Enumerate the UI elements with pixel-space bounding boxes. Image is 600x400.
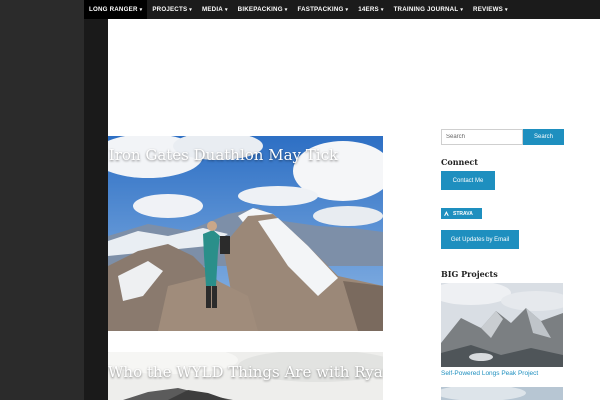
- search-button[interactable]: Search: [523, 129, 564, 145]
- project-link[interactable]: Self-Powered Longs Peak Project: [441, 370, 538, 377]
- post-featured-image[interactable]: Who the WYLD Things Are with Ryan: [108, 352, 383, 400]
- strava-icon: [444, 210, 449, 216]
- post-featured-image[interactable]: ak Iron Gates Duathlon May Tick: [108, 136, 383, 331]
- nav-item-training-journal[interactable]: TRAINING JOURNAL ▾: [389, 0, 468, 19]
- nav-item-label: TRAINING JOURNAL: [393, 6, 459, 13]
- chevron-down-icon: ▾: [189, 6, 192, 13]
- strava-badge[interactable]: STRAVA: [441, 208, 482, 219]
- nav-item-label: BIKEPACKING: [237, 6, 283, 13]
- project-thumbnail[interactable]: [441, 387, 563, 400]
- chevron-down-icon: ▾: [380, 6, 384, 13]
- nav-item-media[interactable]: MEDIA ▾: [197, 0, 233, 19]
- nav-item-long-ranger[interactable]: LONG RANGER ▾: [84, 0, 148, 19]
- longs-peak-photo: [441, 283, 563, 367]
- chevron-down-icon: ▾: [345, 6, 349, 13]
- post-title[interactable]: ak Iron Gates Duathlon May Tick: [108, 146, 338, 164]
- project-thumbnail[interactable]: [441, 283, 563, 367]
- chevron-down-icon: ▾: [139, 6, 143, 13]
- nav-item-label: 14ERS: [358, 6, 379, 13]
- nav-item-projects[interactable]: PROJECTS ▾: [147, 0, 197, 19]
- strava-label: STRAVA: [453, 210, 473, 217]
- chevron-down-icon: ▾: [224, 6, 228, 13]
- chevron-down-icon: ▾: [284, 6, 288, 13]
- nav-item-reviews[interactable]: REVIEWS ▾: [468, 0, 513, 19]
- get-updates-by-email-button[interactable]: Get Updates by Email: [441, 230, 519, 249]
- connect-heading: Connect: [441, 157, 478, 167]
- nav-item-label: MEDIA: [202, 6, 223, 13]
- chevron-down-icon: ▾: [504, 6, 508, 13]
- search-input[interactable]: [441, 129, 523, 145]
- mountain-summit-photo: [108, 136, 383, 331]
- top-navigation: LONG RANGER ▾ PROJECTS ▾ MEDIA ▾ BIKEPACKIN…: [84, 0, 600, 19]
- nav-item-fastpacking[interactable]: FASTPACKING ▾: [292, 0, 353, 19]
- nav-item-bikepacking[interactable]: BIKEPACKING ▾: [233, 0, 293, 19]
- project-photo: [441, 387, 563, 400]
- left-panel-edge: [84, 0, 108, 400]
- nav-item-14ers[interactable]: 14ERS ▾: [353, 0, 388, 19]
- big-projects-heading: BIG Projects: [441, 269, 498, 279]
- search-form: Search: [441, 129, 566, 145]
- contact-me-button[interactable]: Contact Me: [441, 171, 495, 190]
- nav-item-label: PROJECTS: [152, 6, 188, 13]
- post-title[interactable]: Who the WYLD Things Are with Ryan: [108, 363, 383, 381]
- sidebar: Search Connect Contact Me STRAVA Get Upd…: [441, 129, 566, 400]
- nav-item-label: REVIEWS: [473, 6, 503, 13]
- nav-item-label: FASTPACKING: [297, 6, 344, 13]
- nav-item-label: LONG RANGER: [89, 6, 138, 13]
- chevron-down-icon: ▾: [460, 6, 464, 13]
